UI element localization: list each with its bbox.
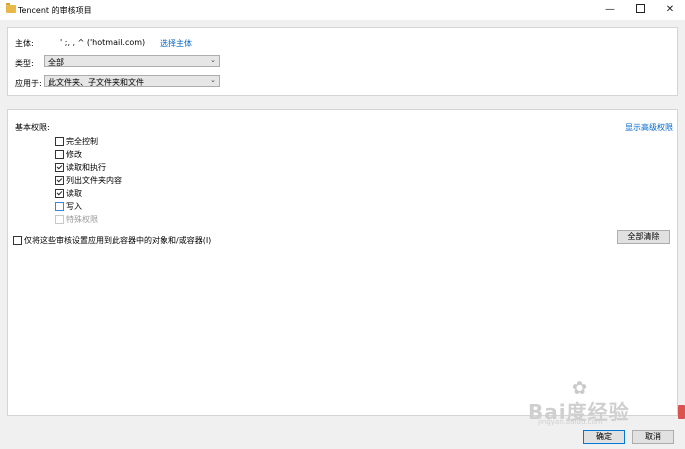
minimize-button[interactable]: — [595, 0, 625, 20]
checkbox-list-folder[interactable] [55, 176, 64, 185]
folder-icon [6, 3, 16, 13]
select-principal-link[interactable]: 选择主体 [160, 38, 192, 49]
checkbox-modify[interactable] [55, 150, 64, 159]
basic-permissions-heading: 基本权限: [15, 123, 50, 132]
checkbox-write[interactable] [55, 202, 64, 211]
type-label: 类型: [15, 59, 34, 68]
permission-label: 读取和执行 [66, 163, 106, 172]
watermark-url: jingyan.baidu.com [538, 418, 603, 426]
title-bar: Tencent 的审核项目 — ✕ [0, 0, 685, 20]
show-advanced-permissions-link[interactable]: 显示高级权限 [625, 122, 673, 133]
permission-label: 写入 [66, 202, 82, 211]
applies-to-label: 应用于: [15, 79, 42, 88]
type-select-value: 全部 [48, 58, 64, 67]
apply-only-label: 仅将这些审核设置应用到此容器中的对象和/或容器(I) [24, 236, 212, 245]
side-tab-icon [678, 405, 685, 419]
close-button[interactable]: ✕ [655, 0, 685, 20]
permission-label: 列出文件夹内容 [66, 176, 122, 185]
cancel-button[interactable]: 取消 [632, 430, 674, 444]
principal-value: ' ;, , ^ ('hotmail.com) [60, 38, 146, 47]
permission-label: 特殊权限 [66, 215, 98, 224]
chevron-down-icon: ⌄ [210, 56, 216, 64]
ok-button[interactable]: 确定 [583, 430, 625, 444]
principal-label: 主体: [15, 39, 34, 48]
window-title: Tencent 的审核项目 [18, 6, 92, 15]
applies-to-select-value: 此文件夹、子文件夹和文件 [48, 78, 144, 87]
permissions-panel: 基本权限: 显示高级权限 完全控制 修改 读取和执行 列出文件夹内容 读取 写入… [7, 109, 678, 416]
permission-label: 读取 [66, 189, 82, 198]
applies-to-select[interactable]: 此文件夹、子文件夹和文件 ⌄ [44, 75, 220, 87]
maximize-icon [635, 3, 645, 13]
permission-label: 修改 [66, 150, 82, 159]
type-select[interactable]: 全部 ⌄ [44, 55, 220, 67]
chevron-down-icon: ⌄ [210, 76, 216, 84]
checkbox-apply-only[interactable] [13, 236, 22, 245]
checkbox-full-control[interactable] [55, 137, 64, 146]
maximize-button[interactable] [625, 0, 655, 20]
clear-all-button[interactable]: 全部清除 [617, 230, 670, 244]
checkbox-read-execute[interactable] [55, 163, 64, 172]
permission-label: 完全控制 [66, 137, 98, 146]
baidu-watermark: ✿ Bai度经验 jingyan.baidu.com [528, 378, 678, 430]
checkbox-special [55, 215, 64, 224]
principal-panel: 主体: ' ;, , ^ ('hotmail.com) 选择主体 类型: 全部 … [7, 27, 678, 96]
checkbox-read[interactable] [55, 189, 64, 198]
